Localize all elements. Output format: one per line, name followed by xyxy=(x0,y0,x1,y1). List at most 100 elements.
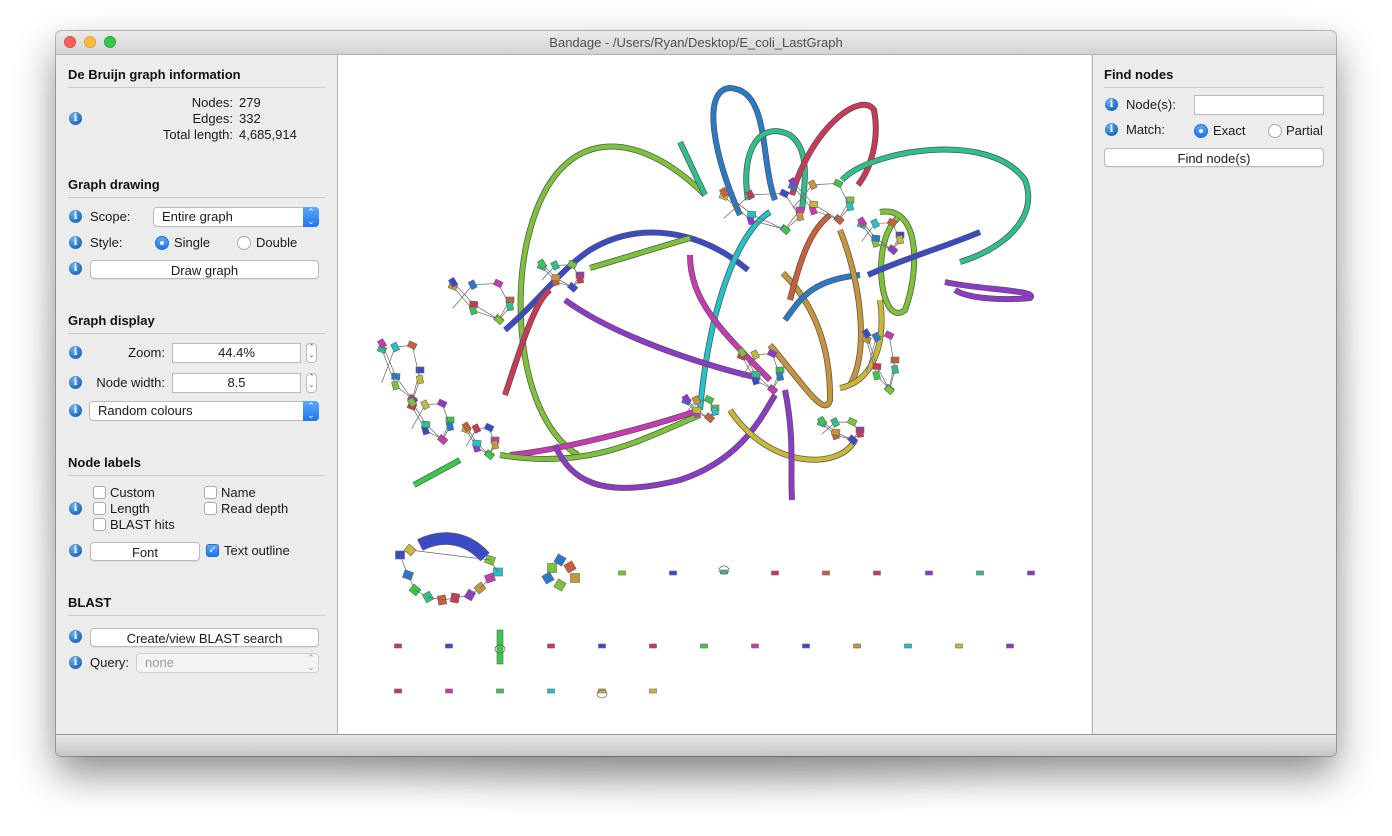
graph-node[interactable] xyxy=(436,398,448,409)
graph-node[interactable] xyxy=(751,643,759,649)
graph-node[interactable] xyxy=(391,380,400,391)
graph-node[interactable] xyxy=(872,370,881,381)
graph-node[interactable] xyxy=(1027,570,1035,576)
graph-node[interactable] xyxy=(445,643,453,649)
graph-node[interactable] xyxy=(472,439,482,447)
blast-search-button[interactable]: Create/view BLAST search xyxy=(90,628,319,647)
graph-node[interactable] xyxy=(390,341,401,353)
graph-node[interactable] xyxy=(710,406,720,417)
graph-node[interactable] xyxy=(445,421,455,432)
graph-node[interactable] xyxy=(746,210,757,218)
zoom-input[interactable]: 44.4% xyxy=(172,343,301,363)
graph-node[interactable] xyxy=(551,274,561,282)
graph-node[interactable] xyxy=(420,399,431,411)
graph-node[interactable] xyxy=(618,570,626,576)
info-icon[interactable]: i xyxy=(69,544,82,557)
info-icon[interactable]: i xyxy=(69,502,82,515)
graph-canvas[interactable] xyxy=(338,55,1091,734)
name-label-checkbox[interactable] xyxy=(204,486,217,499)
graph-node[interactable] xyxy=(518,144,707,457)
info-icon[interactable]: i xyxy=(69,376,82,389)
scope-select[interactable]: Entire graph ⌃ ⌄ xyxy=(153,207,319,227)
graph-node[interactable] xyxy=(925,570,933,576)
graph-node[interactable] xyxy=(547,688,555,694)
close-window-button[interactable] xyxy=(64,36,76,48)
info-icon[interactable]: i xyxy=(69,656,82,669)
graph-node[interactable] xyxy=(890,364,900,375)
graph-node[interactable] xyxy=(406,340,418,351)
graph-node[interactable] xyxy=(700,643,708,649)
graph-node[interactable] xyxy=(421,420,431,428)
blast-hits-label-checkbox[interactable] xyxy=(93,518,106,531)
graph-node[interactable] xyxy=(669,570,677,576)
font-button[interactable]: Font xyxy=(90,542,200,561)
info-icon[interactable]: i xyxy=(69,630,82,643)
graph-node[interactable] xyxy=(779,188,790,199)
graph-node[interactable] xyxy=(575,274,585,284)
graph-node[interactable] xyxy=(855,428,865,439)
graph-node[interactable] xyxy=(483,422,495,433)
graph-node[interactable] xyxy=(871,234,881,242)
graph-node[interactable] xyxy=(492,278,504,289)
read-depth-label-checkbox[interactable] xyxy=(204,502,217,515)
graph-node[interactable] xyxy=(553,578,567,592)
minimize-window-button[interactable] xyxy=(84,36,96,48)
graph-node[interactable] xyxy=(775,371,785,382)
graph-node[interactable] xyxy=(394,643,402,649)
graph-node[interactable] xyxy=(496,688,504,694)
graph-node[interactable] xyxy=(445,688,453,694)
find-nodes-button[interactable]: Find node(s) xyxy=(1104,148,1324,167)
graph-node[interactable] xyxy=(598,643,606,649)
graph-node[interactable] xyxy=(541,571,555,585)
graph-node[interactable] xyxy=(415,374,425,385)
graph-node[interactable] xyxy=(563,560,577,574)
graph-node[interactable] xyxy=(890,356,900,364)
graph-node[interactable] xyxy=(403,543,417,557)
zoom-stepper[interactable]: ⌃ ⌄ xyxy=(306,343,317,363)
graph-node[interactable] xyxy=(831,428,841,436)
graph-node[interactable] xyxy=(870,218,881,229)
graph-node[interactable] xyxy=(490,439,500,450)
graph-node[interactable] xyxy=(846,416,858,427)
graph-node[interactable] xyxy=(394,688,402,694)
info-icon[interactable]: i xyxy=(69,346,82,359)
graph-node[interactable] xyxy=(547,643,555,649)
graph-node[interactable] xyxy=(853,643,861,649)
graph-node[interactable] xyxy=(809,200,819,208)
graph-node[interactable] xyxy=(547,563,557,573)
graph-node[interactable] xyxy=(872,362,882,371)
text-outline-checkbox[interactable]: ✓ xyxy=(206,544,219,557)
match-exact-radio[interactable] xyxy=(1194,124,1208,138)
graph-node[interactable] xyxy=(845,201,855,212)
graph-node[interactable] xyxy=(505,301,515,312)
find-nodes-input[interactable] xyxy=(1194,95,1324,115)
query-select[interactable]: none ⌃ ⌄ xyxy=(136,653,319,673)
graph-node[interactable] xyxy=(976,570,984,576)
graph-node[interactable] xyxy=(771,570,779,576)
graph-node[interactable] xyxy=(391,372,401,381)
length-label-checkbox[interactable] xyxy=(93,502,106,515)
graph-node[interactable] xyxy=(883,330,895,341)
graph-node[interactable] xyxy=(904,643,912,649)
node-width-stepper[interactable]: ⌃ ⌄ xyxy=(306,373,317,393)
info-icon[interactable]: i xyxy=(69,236,82,249)
style-single-radio[interactable] xyxy=(155,236,169,250)
assembly-graph[interactable] xyxy=(338,55,1091,734)
graph-node[interactable] xyxy=(692,406,702,414)
match-partial-radio[interactable] xyxy=(1268,124,1282,138)
graph-node[interactable] xyxy=(873,570,881,576)
graph-node[interactable] xyxy=(837,229,864,387)
graph-node[interactable] xyxy=(570,573,580,583)
graph-node[interactable] xyxy=(822,570,830,576)
graph-node[interactable] xyxy=(412,458,462,487)
graph-node[interactable] xyxy=(802,643,810,649)
graph-node[interactable] xyxy=(471,423,482,434)
info-icon[interactable]: i xyxy=(1105,98,1118,111)
graph-node[interactable] xyxy=(649,688,657,694)
graph-node[interactable] xyxy=(955,643,963,649)
graph-node[interactable] xyxy=(567,282,579,293)
info-icon[interactable]: i xyxy=(69,404,82,417)
custom-label-checkbox[interactable] xyxy=(93,486,106,499)
draw-graph-button[interactable]: Draw graph xyxy=(90,260,319,279)
info-icon[interactable]: i xyxy=(1105,123,1118,136)
